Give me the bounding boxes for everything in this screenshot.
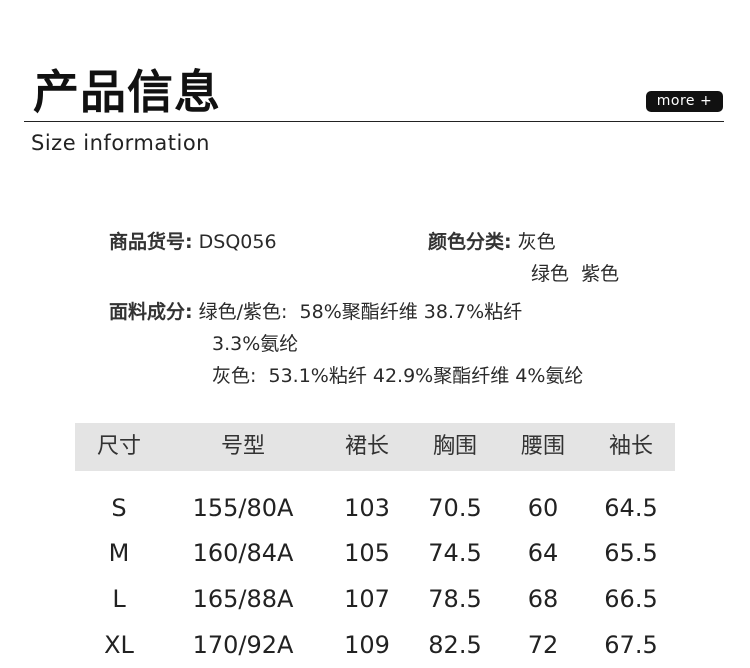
model-cell: 160/84A [192,539,294,567]
waist-cell: 72 [527,631,559,659]
header-waist: 腰围 [520,434,565,459]
material-value-2: 3.3%氨纶 [212,333,299,355]
sleeve-cell: 64.5 [604,494,658,522]
header-bust: 胸围 [432,434,477,459]
color-value-1: 灰色 [517,231,556,253]
table-row: XL 170/92A 109 82.5 72 67.5 [75,625,675,665]
header-model: 号型 [220,434,265,459]
size-cell: L [112,585,126,613]
model-cell: 155/80A [192,494,294,522]
material-label: 面料成分: [109,301,193,323]
waist-cell: 68 [527,585,559,613]
more-button[interactable]: more + [646,91,723,112]
bust-cell: 82.5 [428,631,482,659]
bust-cell: 74.5 [428,539,482,567]
length-cell: 103 [344,494,390,522]
color-label: 颜色分类: [428,231,512,253]
color-row: 颜色分类: 灰色 [428,230,556,254]
page-title: 产品信息 [33,65,221,119]
table-row: S 155/80A 103 70.5 60 64.5 [75,488,675,528]
table-row: M 160/84A 105 74.5 64 65.5 [75,533,675,573]
model-cell: 170/92A [192,631,294,659]
sleeve-cell: 67.5 [604,631,658,659]
size-cell: M [108,539,130,567]
sleeve-cell: 66.5 [604,585,658,613]
header-sleeve: 袖长 [608,434,653,459]
sleeve-cell: 65.5 [604,539,658,567]
header-divider [24,121,724,122]
page-subtitle: Size information [31,131,210,155]
size-cell: XL [104,631,134,659]
length-cell: 109 [344,631,390,659]
waist-cell: 64 [527,539,559,567]
waist-cell: 60 [527,494,559,522]
length-cell: 105 [344,539,390,567]
sku-value: DSQ056 [198,231,277,253]
material-value-1: 绿色/紫色: 58%聚酯纤维 38.7%粘纤 [198,301,523,323]
sku-label: 商品货号: [109,231,193,253]
material-value-3: 灰色: 53.1%粘纤 42.9%聚酯纤维 4%氨纶 [212,365,584,387]
bust-cell: 70.5 [428,494,482,522]
material-row: 面料成分: 绿色/紫色: 58%聚酯纤维 38.7%粘纤 [109,300,522,324]
size-table-header: 尺寸 号型 裙长 胸围 腰围 袖长 [75,423,675,471]
size-cell: S [111,494,127,522]
header-size: 尺寸 [96,434,141,459]
color-value-2: 绿色 紫色 [531,263,620,285]
header-length: 裙长 [344,434,389,459]
table-row: L 165/88A 107 78.5 68 66.5 [75,579,675,619]
sku-row: 商品货号: DSQ056 [109,230,277,254]
model-cell: 165/88A [192,585,294,613]
length-cell: 107 [344,585,390,613]
bust-cell: 78.5 [428,585,482,613]
